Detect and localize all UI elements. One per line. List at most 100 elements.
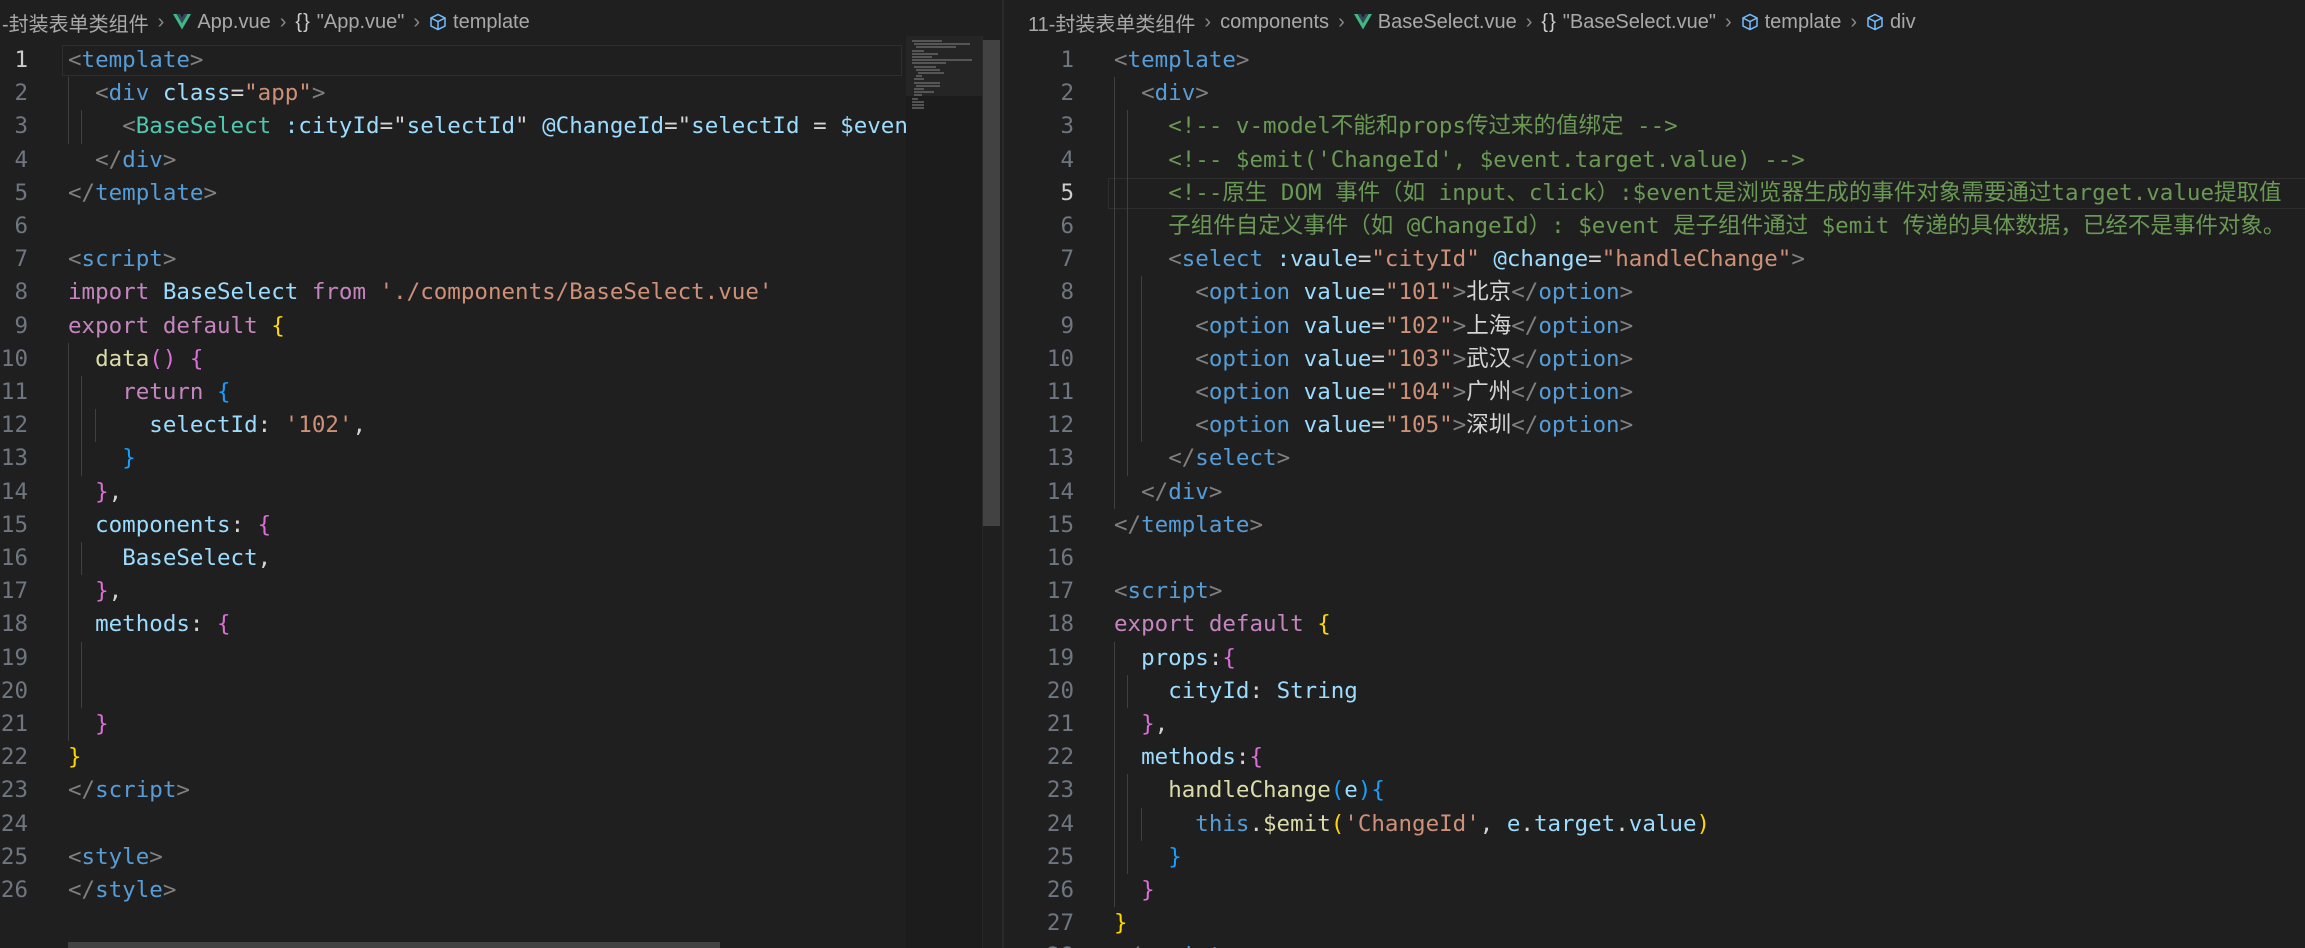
code-token: = (1371, 379, 1385, 405)
code-line[interactable]: 17 }, (0, 575, 1003, 608)
code-line[interactable]: 8 <option value="101">北京</option> (1004, 276, 2305, 309)
breadcrumb-div[interactable]: div (1866, 11, 1916, 34)
code-line[interactable]: 6 (0, 210, 1003, 243)
code-line[interactable]: 3 <!-- v-model不能和props传过来的值绑定 --> (1004, 110, 2305, 143)
code-line[interactable]: 21 } (0, 708, 1003, 741)
code-token: template (95, 179, 204, 206)
chevron-right-icon: › (1204, 10, 1212, 33)
breadcrumb-file[interactable]: BaseSelect.vue (1353, 11, 1517, 34)
code-line[interactable]: 5 <!--原生 DOM 事件（如 input、click）:$event是浏览… (1004, 177, 2305, 210)
code-line[interactable]: 13 </select> (1004, 442, 2305, 475)
code-line[interactable]: 4 <!-- $emit('ChangeId', $event.target.v… (1004, 144, 2305, 177)
code-line[interactable]: 10 <option value="103">武汉</option> (1004, 343, 2305, 376)
code-line[interactable]: 23 handleChange(e){ (1004, 774, 2305, 807)
code-line[interactable]: 9 export default { (0, 310, 1003, 343)
code-line[interactable]: 14 }, (0, 476, 1003, 509)
line-number: 17 (1046, 578, 1074, 605)
code-line[interactable]: 4 </div> (0, 144, 1003, 177)
code-line[interactable]: 19 (0, 642, 1003, 675)
code-line[interactable]: 5 </template> (0, 177, 1003, 210)
line-number: 25 (1046, 843, 1074, 870)
code-line[interactable]: 23 </script> (0, 774, 1003, 807)
code-line[interactable]: 24 (0, 808, 1003, 841)
code-token: <!-- $emit('ChangeId', $event.target.val… (1168, 146, 1805, 173)
line-number: 24 (0, 810, 28, 837)
code-line[interactable]: 1 <template> (1004, 44, 2305, 77)
code-token: { (1222, 644, 1236, 671)
code-token: { (1371, 777, 1385, 804)
code-line[interactable]: 20 cityId: String (1004, 675, 2305, 708)
breadcrumb-object[interactable]: {} "BaseSelect.vue" (1541, 11, 1716, 34)
code-line[interactable]: 25 } (1004, 841, 2305, 874)
right-editor-pane[interactable]: 11-封装表单类组件 › components › BaseSelect.vue… (1004, 0, 2305, 948)
code-line[interactable]: 22 methods:{ (1004, 741, 2305, 774)
breadcrumb-subfolder[interactable]: components (1220, 11, 1329, 34)
code-line[interactable]: 24 this.$emit('ChangeId', e.target.value… (1004, 808, 2305, 841)
code-line[interactable]: 3 <BaseSelect :cityId="selectId" @Change… (0, 110, 1003, 143)
code-line[interactable]: 16 (1004, 542, 2305, 575)
code-text: </div> (1114, 476, 1222, 509)
right-code-editor[interactable]: 1 <template> 2 <div> 3 <!-- v-model不能和props… (1004, 44, 2305, 948)
breadcrumb-file[interactable]: App.vue (173, 11, 271, 34)
code-line[interactable]: 6 子组件自定义事件（如 @ChangeId）: $event 是子组件通过 $… (1004, 210, 2305, 243)
code-line[interactable]: 14 </div> (1004, 476, 2305, 509)
code-line[interactable]: 21 }, (1004, 708, 2305, 741)
code-line[interactable]: 2 <div class="app"> (0, 77, 1003, 110)
minimap-line (912, 107, 924, 110)
code-line[interactable]: 17 <script> (1004, 575, 2305, 608)
code-line[interactable]: 28 </script> (1004, 940, 2305, 948)
horizontal-scrollbar-thumb[interactable] (68, 942, 720, 948)
code-line[interactable]: 18 methods: { (0, 608, 1003, 641)
code-token: < (1141, 80, 1155, 107)
code-line[interactable]: 9 <option value="102">上海</option> (1004, 310, 2305, 343)
line-number: 23 (0, 777, 28, 804)
code-line[interactable]: 12 <option value="105">深圳</option> (1004, 409, 2305, 442)
minimap-line (916, 84, 940, 87)
code-line[interactable]: 22} (0, 741, 1003, 774)
code-line[interactable]: 26 </style> (0, 874, 1003, 907)
breadcrumb-template[interactable]: template (1741, 11, 1841, 34)
code-line[interactable]: 15 </template> (1004, 509, 2305, 542)
breadcrumb-folder[interactable]: 11-封装表单类组件 (1028, 8, 1195, 37)
code-line[interactable]: 13 } (0, 442, 1003, 475)
minimap[interactable] (906, 36, 982, 948)
code-line[interactable]: 1 <template> (0, 44, 1003, 77)
code-line[interactable]: 27} (1004, 907, 2305, 940)
code-token: BaseSelect (135, 113, 272, 140)
breadcrumb-template[interactable]: template (429, 11, 530, 34)
code-line[interactable]: 18 export default { (1004, 608, 2305, 641)
code-line[interactable]: 25 <style> (0, 841, 1003, 874)
breadcrumb-object[interactable]: {} "App.vue" (295, 11, 404, 34)
code-token: script (81, 246, 163, 273)
code-line[interactable]: 2 <div> (1004, 77, 2305, 110)
code-line[interactable]: 20 (0, 675, 1003, 708)
code-line[interactable]: 11 return { (0, 376, 1003, 409)
code-line[interactable]: 16 BaseSelect, (0, 542, 1003, 575)
breadcrumb-folder[interactable]: -封装表单类组件 (2, 8, 149, 37)
code-token: option (1538, 345, 1620, 372)
code-line[interactable]: 26 } (1004, 874, 2305, 907)
code-line[interactable]: 15 components: { (0, 509, 1003, 542)
left-code-editor[interactable]: 1 <template> 2 <div class="app"> 3 <BaseSel… (0, 44, 1003, 948)
code-line[interactable]: 8 import BaseSelect from './components/Ba… (0, 276, 1003, 309)
code-text: </script> (1114, 940, 1236, 948)
vertical-scrollbar-thumb[interactable] (983, 40, 1000, 526)
code-token: methods (95, 611, 190, 638)
code-line[interactable]: 12 selectId: '102', (0, 409, 1003, 442)
code-token: option (1538, 279, 1620, 306)
line-number: 3 (14, 113, 28, 140)
code-line[interactable]: 19 props:{ (1004, 642, 2305, 675)
code-line[interactable]: 10 data() { (0, 343, 1003, 376)
code-token: BaseSelect (122, 545, 258, 571)
code-line[interactable]: 11 <option value="104">广州</option> (1004, 376, 2305, 409)
code-line[interactable]: 7 <select :vaule="cityId" @change="handl… (1004, 243, 2305, 276)
code-line[interactable]: 7 <script> (0, 243, 1003, 276)
code-token: : (1208, 644, 1223, 671)
line-number: 2 (14, 80, 28, 107)
left-editor-pane[interactable]: -封装表单类组件 › App.vue › {} "App.vue" › temp… (0, 0, 1003, 948)
